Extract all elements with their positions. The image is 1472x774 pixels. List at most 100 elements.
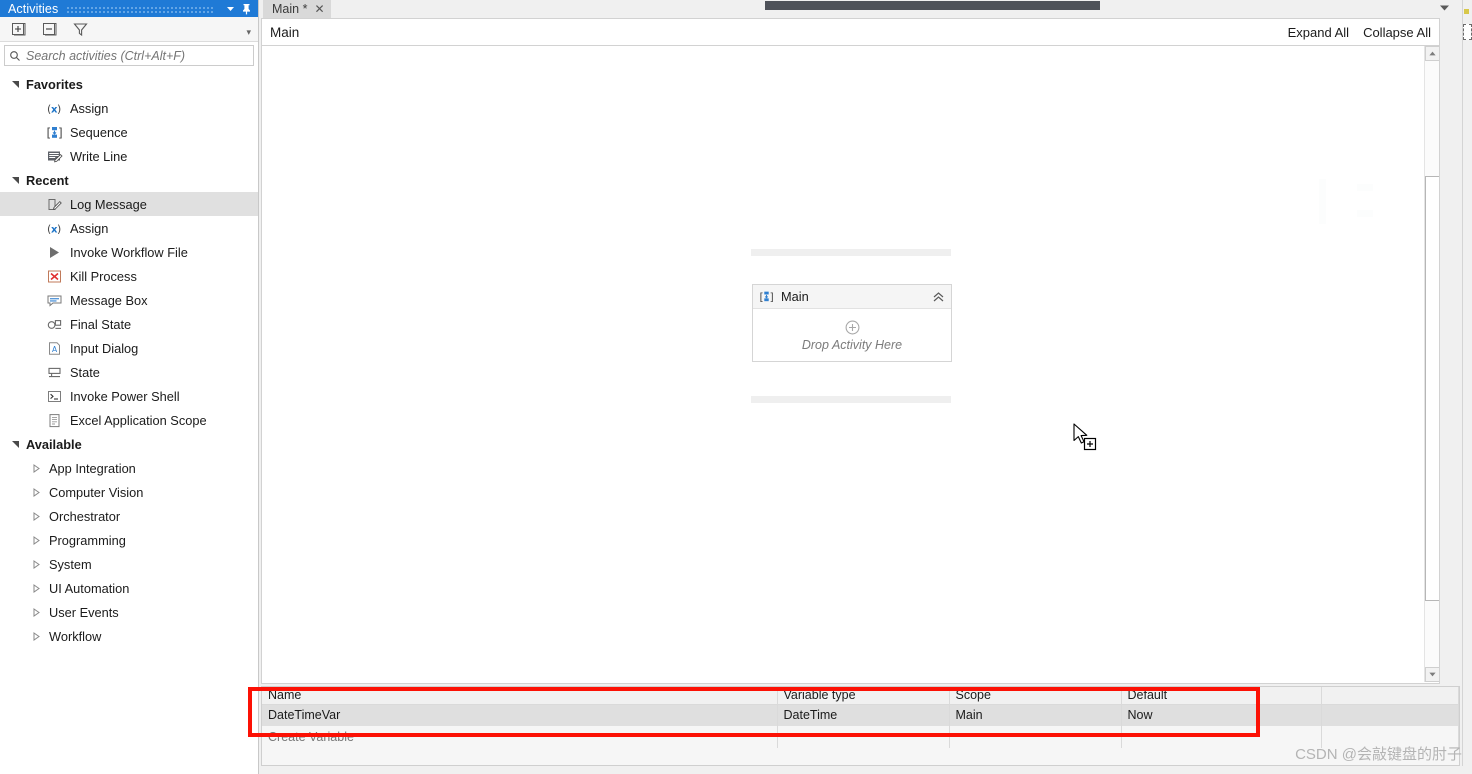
activity-item-sequence[interactable]: [ ] Sequence bbox=[0, 120, 258, 144]
connector-top bbox=[751, 249, 951, 256]
invoke-powershell-icon bbox=[46, 388, 63, 405]
uipath-studio-window: Activities ▾ Search activities (Ctrl+Alt… bbox=[0, 0, 1472, 774]
right-docked-panel-edge[interactable] bbox=[1462, 0, 1472, 774]
message-box-icon bbox=[46, 292, 63, 309]
create-variable-label[interactable]: Create Variable bbox=[262, 726, 778, 748]
assign-icon: ( x ) bbox=[46, 220, 63, 237]
activity-label: Kill Process bbox=[70, 268, 137, 284]
collapse-all-icon[interactable] bbox=[41, 21, 58, 38]
activities-tree: Favorites ( x ) Assign [ ] Sequence Writ… bbox=[0, 68, 258, 648]
close-icon[interactable]: ✕ bbox=[314, 3, 324, 15]
activity-label: State bbox=[70, 364, 100, 380]
activity-item-input-dialog[interactable]: A Input Dialog bbox=[0, 336, 258, 360]
triangle-expanded-icon bbox=[9, 438, 21, 450]
document-tab-bar: Main * ✕ bbox=[259, 0, 1440, 18]
category-orchestrator[interactable]: Orchestrator bbox=[0, 504, 258, 528]
cell-variable-scope[interactable]: Main bbox=[949, 704, 1122, 726]
activity-item-log-message[interactable]: Log Message bbox=[0, 192, 258, 216]
search-input[interactable] bbox=[26, 48, 249, 63]
category-user-events[interactable]: User Events bbox=[0, 600, 258, 624]
cell-variable-default[interactable]: Now bbox=[1121, 704, 1322, 726]
category-system[interactable]: System bbox=[0, 552, 258, 576]
sequence-activity-main[interactable]: [ ] Main Drop Activity Here bbox=[752, 284, 952, 362]
category-app-integration[interactable]: App Integration bbox=[0, 456, 258, 480]
sequence-title: Main bbox=[781, 289, 809, 304]
triangle-collapsed-icon bbox=[30, 630, 42, 642]
canvas-scrollbar-thumb[interactable] bbox=[1425, 176, 1439, 601]
category-computer-vision[interactable]: Computer Vision bbox=[0, 480, 258, 504]
chevron-down-icon[interactable] bbox=[222, 1, 238, 16]
group-favorites[interactable]: Favorites bbox=[0, 72, 258, 96]
svg-text:[: [ bbox=[47, 126, 52, 140]
search-box[interactable] bbox=[4, 45, 254, 66]
svg-text:]: ] bbox=[770, 291, 774, 303]
activity-item-kill-process[interactable]: Kill Process bbox=[0, 264, 258, 288]
chevron-up-double-icon[interactable] bbox=[932, 291, 945, 303]
activity-item-write-line[interactable]: Write Line bbox=[0, 144, 258, 168]
column-header-scope[interactable]: Scope bbox=[949, 687, 1122, 705]
watermark: CSDN @会敲键盘的肘子 bbox=[1295, 746, 1462, 763]
breadcrumb[interactable]: Main bbox=[270, 25, 299, 40]
svg-text:A: A bbox=[52, 344, 58, 353]
connector-bottom bbox=[751, 396, 951, 403]
column-header-variable-type[interactable]: Variable type bbox=[777, 687, 950, 705]
activity-item-message-box[interactable]: Message Box bbox=[0, 288, 258, 312]
activity-label: Invoke Power Shell bbox=[70, 388, 180, 404]
expand-all-button[interactable]: Expand All bbox=[1288, 25, 1349, 40]
cell-empty bbox=[777, 726, 950, 748]
cell-spacer bbox=[1321, 704, 1459, 726]
triangle-collapsed-icon bbox=[30, 558, 42, 570]
category-ui-automation[interactable]: UI Automation bbox=[0, 576, 258, 600]
bottom-edge-strip bbox=[259, 766, 1472, 774]
filter-icon[interactable] bbox=[72, 21, 89, 38]
cell-variable-type[interactable]: DateTime bbox=[777, 704, 950, 726]
group-recent[interactable]: Recent bbox=[0, 168, 258, 192]
tab-label: Main * bbox=[272, 2, 308, 16]
state-icon bbox=[46, 364, 63, 381]
activity-label: Invoke Workflow File bbox=[70, 244, 188, 260]
cell-variable-name[interactable]: DateTimeVar bbox=[262, 704, 778, 726]
designer-header: Main Expand All Collapse All bbox=[261, 18, 1440, 46]
workflow-canvas[interactable]: [ ] Main Drop Activity Here bbox=[262, 46, 1439, 683]
plus-circle-icon[interactable] bbox=[845, 320, 860, 335]
group-label: Available bbox=[26, 436, 82, 452]
activity-item-assign[interactable]: ( x ) Assign bbox=[0, 96, 258, 120]
activity-label: Write Line bbox=[70, 148, 128, 164]
toolbar-overflow-button[interactable]: ▾ bbox=[246, 28, 251, 37]
canvas-artifact bbox=[1357, 210, 1373, 217]
pin-icon[interactable] bbox=[238, 1, 254, 16]
activity-label: Sequence bbox=[70, 124, 128, 140]
search-icon bbox=[9, 50, 21, 62]
activity-item-state[interactable]: State bbox=[0, 360, 258, 384]
canvas-scrollbar[interactable] bbox=[1424, 46, 1439, 682]
tab-main[interactable]: Main * ✕ bbox=[263, 0, 331, 18]
chevron-down-icon[interactable] bbox=[1437, 2, 1451, 14]
group-available[interactable]: Available bbox=[0, 432, 258, 456]
activity-label: Assign bbox=[70, 220, 109, 236]
activity-item-invoke-workflow-file[interactable]: Invoke Workflow File bbox=[0, 240, 258, 264]
collapse-all-button[interactable]: Collapse All bbox=[1363, 25, 1431, 40]
sequence-drop-area[interactable]: Drop Activity Here bbox=[753, 309, 951, 362]
cell-empty bbox=[1121, 726, 1322, 748]
table-row[interactable]: DateTimeVar DateTime Main Now bbox=[262, 704, 1459, 726]
column-header-name[interactable]: Name bbox=[262, 687, 778, 705]
activity-label: Log Message bbox=[70, 196, 147, 212]
activity-item-invoke-power-shell[interactable]: Invoke Power Shell bbox=[0, 384, 258, 408]
category-workflow[interactable]: Workflow bbox=[0, 624, 258, 648]
activity-item-final-state[interactable]: Final State bbox=[0, 312, 258, 336]
scroll-up-icon[interactable] bbox=[1425, 46, 1439, 61]
scroll-down-icon[interactable] bbox=[1425, 667, 1439, 682]
activity-item-excel-application-scope[interactable]: Excel Application Scope bbox=[0, 408, 258, 432]
activity-item-assign-recent[interactable]: ( x ) Assign bbox=[0, 216, 258, 240]
expand-all-icon[interactable] bbox=[10, 21, 27, 38]
write-line-icon bbox=[46, 148, 63, 165]
activities-toolbar: ▾ bbox=[0, 17, 258, 42]
group-label: Recent bbox=[26, 172, 69, 188]
column-header-default[interactable]: Default bbox=[1121, 687, 1322, 705]
canvas-artifact bbox=[1357, 184, 1373, 191]
create-variable-row[interactable]: Create Variable bbox=[262, 726, 1459, 748]
category-programming[interactable]: Programming bbox=[0, 528, 258, 552]
sequence-header[interactable]: [ ] Main bbox=[753, 285, 951, 309]
excel-scope-icon bbox=[46, 412, 63, 429]
header-actions: Expand All Collapse All bbox=[1288, 25, 1431, 40]
